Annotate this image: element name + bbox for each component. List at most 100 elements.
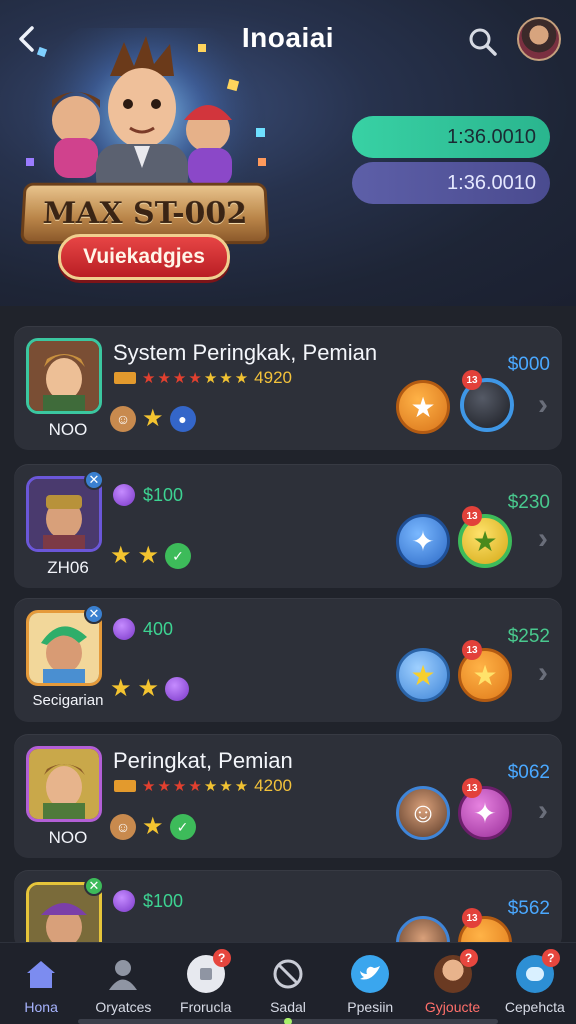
ranking-card[interactable]: ✕ $100 $562 13 xyxy=(14,870,562,970)
bottom-navigation: Hona Oryatces ? Frorucla Sadal Ppesiin ?… xyxy=(0,942,576,1024)
gem-icon xyxy=(165,677,190,701)
score-value: 4200 xyxy=(254,776,292,795)
nav-item-box[interactable]: ? Frorucla xyxy=(165,943,247,1024)
nav-item-profile[interactable]: Oryatces xyxy=(82,943,164,1024)
star-icon: ★ xyxy=(137,675,160,702)
medal-tag: 13 xyxy=(462,506,482,526)
medal-tag: 13 xyxy=(462,778,482,798)
medal-tag: 13 xyxy=(462,370,482,390)
price-value: $062 xyxy=(507,762,550,783)
ranking-card[interactable]: ✕ ZH06 $100 ★ ★ ✓ $230 ✦ ★ 13 › xyxy=(14,464,562,588)
star-icon: ★ xyxy=(142,405,164,432)
gem-row: $100 xyxy=(113,484,183,506)
price-value: $252 xyxy=(507,626,550,647)
search-button[interactable] xyxy=(467,26,499,58)
character-icon: ☺ xyxy=(110,406,136,432)
nav-item-home[interactable]: Hona xyxy=(0,943,82,1024)
stat-pill-primary[interactable]: 1:36.0010 xyxy=(352,116,550,158)
chat-icon: ? xyxy=(515,949,560,993)
home-icon xyxy=(22,955,60,993)
gem-icon xyxy=(113,484,135,506)
star-icon: ★ xyxy=(110,542,132,569)
gem-row: $100 xyxy=(113,890,183,912)
mini-icons: ☺ ★ ● xyxy=(110,406,196,432)
nav-badge: ? xyxy=(459,949,478,967)
chevron-right-icon[interactable]: › xyxy=(538,656,548,690)
star-icon: ★ xyxy=(188,370,202,387)
card-title: System Peringkak, Pemian xyxy=(113,340,378,365)
star-icon: ★ xyxy=(234,778,249,795)
price-value: $562 xyxy=(507,898,550,919)
chevron-right-icon[interactable]: › xyxy=(538,388,548,422)
profile-avatar[interactable] xyxy=(517,17,561,61)
player-code: ZH06 xyxy=(47,558,89,577)
star-icon: ★ xyxy=(137,542,160,569)
ranking-card[interactable]: ✕ Secigarian 400 ★ ★ $252 ★ ★ 13 › xyxy=(14,598,562,722)
player-code: NOO xyxy=(48,828,88,847)
nav-label: Oryatces xyxy=(95,999,152,1015)
blue-shield-medal-icon[interactable]: ✦ xyxy=(396,514,450,568)
nav-label: Sadal xyxy=(270,999,306,1015)
star-icon: ★ xyxy=(110,675,132,702)
nav-item-ppesiin[interactable]: Ppesiin xyxy=(329,943,411,1024)
box-icon: ? xyxy=(186,949,231,993)
star-icon: ★ xyxy=(172,370,187,387)
nav-label: Hona xyxy=(24,999,58,1015)
star-icon: ★ xyxy=(219,370,233,387)
nav-item-gyjoucte[interactable]: ? Gyjoucte xyxy=(412,943,494,1024)
gem-icon xyxy=(113,890,135,912)
nav-label: Gyjoucte xyxy=(424,999,481,1015)
star-icon: ★ xyxy=(203,370,218,387)
nav-label: Cepehcta xyxy=(504,999,565,1015)
star-icon: ★ xyxy=(157,778,171,795)
nav-badge: ? xyxy=(212,949,231,967)
ranking-card[interactable]: NOO System Peringkak, Pemian ★ ★ ★ ★ ★ ★… xyxy=(14,326,562,450)
player-avatar xyxy=(26,338,102,414)
check-shield-icon: ✓ xyxy=(169,814,196,840)
character-icon: ? xyxy=(433,949,478,993)
hero-cta-button[interactable]: Vuiekadgjes xyxy=(58,234,230,280)
medal-tag: 13 xyxy=(462,908,482,928)
star-icon: ★ xyxy=(203,778,218,795)
nav-item-sadal[interactable]: Sadal xyxy=(247,943,329,1024)
score-value: 4920 xyxy=(254,368,292,387)
gem-value: $100 xyxy=(143,484,184,505)
character-medal-icon[interactable]: ☺ xyxy=(396,786,450,840)
blue-star-medal-icon[interactable]: ★ xyxy=(396,648,450,702)
star-icon: ★ xyxy=(142,370,156,387)
card-title: Peringkat, Pemian xyxy=(113,748,293,773)
mini-icons: ★ ★ xyxy=(110,675,190,702)
chevron-right-icon[interactable]: › xyxy=(538,794,548,828)
rating-row: ★ ★ ★ ★ ★ ★ ★ 4920 xyxy=(114,368,292,388)
star-icon: ★ xyxy=(188,778,202,795)
avatar-badge: ✕ xyxy=(84,604,104,624)
avatar-badge: ✕ xyxy=(84,876,104,896)
player-avatar xyxy=(26,746,102,822)
check-shield-icon: ✓ xyxy=(165,543,192,569)
star-icon: ★ xyxy=(142,813,164,840)
medal-tag: 13 xyxy=(462,640,482,660)
gem-value: 400 xyxy=(143,618,174,639)
star-icon: ★ xyxy=(219,778,233,795)
star-icon: ★ xyxy=(172,778,187,795)
star-icon: ★ xyxy=(157,370,171,387)
rating-row: ★ ★ ★ ★ ★ ★ ★ 4200 xyxy=(114,776,292,796)
stat-pill-secondary[interactable]: 1:36.0010 xyxy=(352,162,550,204)
chest-icon xyxy=(114,780,136,792)
gem-value: $100 xyxy=(143,890,184,911)
gold-star-medal-icon[interactable]: ★ xyxy=(396,380,450,434)
nav-badge: ? xyxy=(541,949,560,967)
nav-label: Ppesiin xyxy=(347,999,394,1015)
star-icon: ★ xyxy=(234,370,249,387)
price-value: $230 xyxy=(507,492,550,513)
gem-row: 400 xyxy=(113,618,173,640)
chevron-right-icon[interactable]: › xyxy=(538,522,548,556)
ranking-card[interactable]: NOO Peringkat, Pemian ★ ★ ★ ★ ★ ★ ★ 4200… xyxy=(14,734,562,858)
player-code: Secigarian xyxy=(32,692,104,709)
avatar-badge: ✕ xyxy=(84,470,104,490)
mini-icons: ★ ★ ✓ xyxy=(110,542,192,569)
chest-icon xyxy=(114,372,136,384)
home-indicator xyxy=(78,1018,498,1024)
nav-item-cepehcta[interactable]: ? Cepehcta xyxy=(494,943,576,1024)
character-icon: ● xyxy=(169,406,196,432)
